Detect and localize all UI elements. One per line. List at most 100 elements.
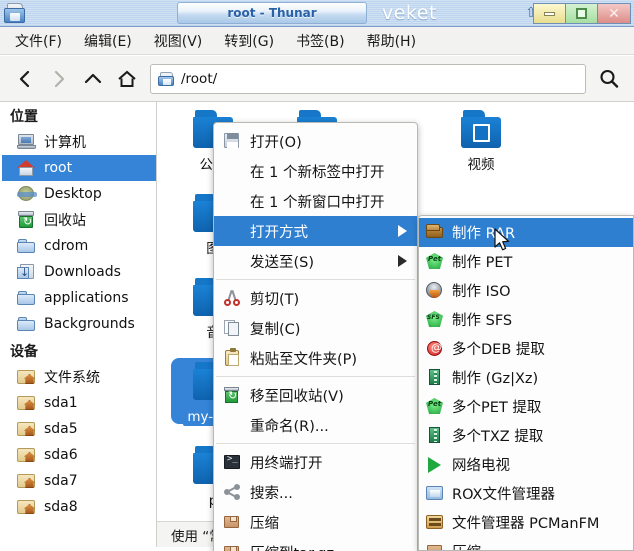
folder-icon [158,71,175,86]
path-input[interactable]: /root/ [150,63,586,94]
sub-make-rar[interactable]: 制作 RAR [419,218,633,247]
ctx-open[interactable]: 打开(O) [214,126,417,156]
sidebar-item-label: Backgrounds [44,316,135,332]
sidebar-item-computer[interactable]: 计算机 [2,129,156,155]
desktop-icon [17,185,37,203]
menu-help[interactable]: 帮助(H) [364,29,419,53]
sub-make-iso-label: 制作 ISO [452,284,511,300]
deb-icon [425,339,447,358]
forward-button[interactable] [42,62,76,96]
ctx-copy[interactable]: 复制(C) [214,313,417,343]
drive-icon [17,472,37,490]
paste-icon [222,348,244,367]
drive-icon [17,446,37,464]
sub-make-gzxz[interactable]: 制作 (Gz|Xz) [419,363,633,392]
sidebar-item-applications[interactable]: applications [2,285,156,311]
ctx-search[interactable]: 搜索... [214,477,417,507]
cut-icon [222,289,244,307]
folder-icon [17,315,37,333]
maximize-button[interactable] [566,4,598,23]
sub-extract-txz[interactable]: 多个TXZ 提取 [419,421,633,450]
gz-icon [425,426,447,445]
ctx-open-terminal[interactable]: 用终端打开 [214,447,417,477]
menu-bookmarks[interactable]: 书签(B) [293,29,348,53]
ctx-paste-into-folder[interactable]: 粘贴至文件夹(P) [214,343,417,373]
sidebar-item-label: 计算机 [44,135,86,151]
sidebar-item-sda7[interactable]: sda7 [2,468,156,494]
sidebar-item-sda5[interactable]: sda5 [2,416,156,442]
sidebar-item-desktop[interactable]: Desktop [2,181,156,207]
sidebar-item-label: root [44,160,73,176]
sidebar-item-label: sda6 [44,447,78,463]
sub-compress[interactable]: 压缩 [419,537,633,550]
no-icon [222,252,244,270]
sub-make-pet[interactable]: 制作 PET [419,247,633,276]
rar-icon [425,223,447,242]
file-item[interactable]: 视频 [429,110,533,174]
ctx-compress-targz[interactable]: 压缩到tar.gz [214,537,417,551]
archive-icon [222,543,244,551]
ctx-send-to[interactable]: 发送至(S) [214,246,417,276]
home-button[interactable] [110,62,144,96]
sidebar-item-label: Downloads [44,264,121,280]
ctx-send-to-label: 发送至(S) [250,254,315,271]
ctx-move-to-trash[interactable]: 移至回收站(V) [214,380,417,410]
pet-icon [425,252,447,271]
sub-extract-deb-label: 多个DEB 提取 [452,342,545,358]
sub-network-tv[interactable]: 网络电视 [419,450,633,479]
sub-extract-pet[interactable]: 多个PET 提取 [419,392,633,421]
menu-go[interactable]: 转到(G) [221,29,277,53]
sub-make-sfs[interactable]: 制作 SFS [419,305,633,334]
sub-make-iso[interactable]: 制作 ISO [419,276,633,305]
menu-file[interactable]: 文件(F) [12,29,65,53]
sub-extract-txz-label: 多个TXZ 提取 [452,429,544,445]
sub-make-rar-label: 制作 RAR [452,226,516,242]
sidebar-item-root[interactable]: root [2,155,156,181]
ctx-paste-label: 粘贴至文件夹(P) [250,351,358,368]
sidebar-item-sda8[interactable]: sda8 [2,494,156,520]
sidebar-section-devices: 设备 [10,344,38,360]
sidebar-item-downloads[interactable]: Downloads [2,259,156,285]
menu-view[interactable]: 视图(V) [151,29,206,53]
ctx-open-label: 打开(O) [250,134,302,151]
up-button[interactable] [76,62,110,96]
no-icon [222,416,244,434]
window-controls: ✕ [533,3,631,24]
ctx-cut[interactable]: 剪切(T) [214,283,417,313]
sub-pcmanfm[interactable]: 文件管理器 PCManFM [419,508,633,537]
rox-icon [425,484,447,503]
sidebar-item-label: sda7 [44,473,78,489]
sidebar-item-label: sda5 [44,421,78,437]
sidebar-item-sda6[interactable]: sda6 [2,442,156,468]
close-button[interactable]: ✕ [598,4,630,23]
drive-icon [17,498,37,516]
minimize-button[interactable] [534,4,566,23]
archive-icon [425,542,447,550]
terminal-icon [222,453,244,471]
ctx-open-new-window[interactable]: 在 1 个新窗口中打开 [214,186,417,216]
sub-extract-deb[interactable]: 多个DEB 提取 [419,334,633,363]
sidebar-item-cdrom[interactable]: cdrom [2,233,156,259]
sub-make-pet-label: 制作 PET [452,255,513,271]
ctx-open-with[interactable]: 打开方式 [214,216,417,246]
sidebar-item-backgrounds[interactable]: Backgrounds [2,311,156,337]
copy-icon [222,319,244,337]
sidebar-item-filesystem[interactable]: 文件系统 [2,364,156,390]
chevron-right-icon [398,255,407,267]
sub-rox-filer[interactable]: ROX文件管理器 [419,479,633,508]
search-icon [222,483,244,501]
sidebar-item-trash[interactable]: 回收站 [2,207,156,233]
search-button[interactable] [592,62,626,96]
ctx-rename[interactable]: 重命名(R)... [214,410,417,440]
back-button[interactable] [8,62,42,96]
ctx-cut-label: 剪切(T) [250,291,300,308]
no-icon [222,162,244,180]
menu-edit[interactable]: 编辑(E) [81,29,135,53]
ctx-compress-targz-label: 压缩到tar.gz [250,542,334,551]
sidebar-item-label: 回收站 [44,213,86,229]
context-menu: 打开(O) 在 1 个新标签中打开 在 1 个新窗口中打开 打开方式 发送至(S… [213,122,418,551]
ctx-compress[interactable]: 压缩 [214,507,417,537]
ctx-open-new-tab[interactable]: 在 1 个新标签中打开 [214,156,417,186]
ctx-open-new-window-label: 在 1 个新窗口中打开 [250,194,385,211]
sidebar-item-sda1[interactable]: sda1 [2,390,156,416]
